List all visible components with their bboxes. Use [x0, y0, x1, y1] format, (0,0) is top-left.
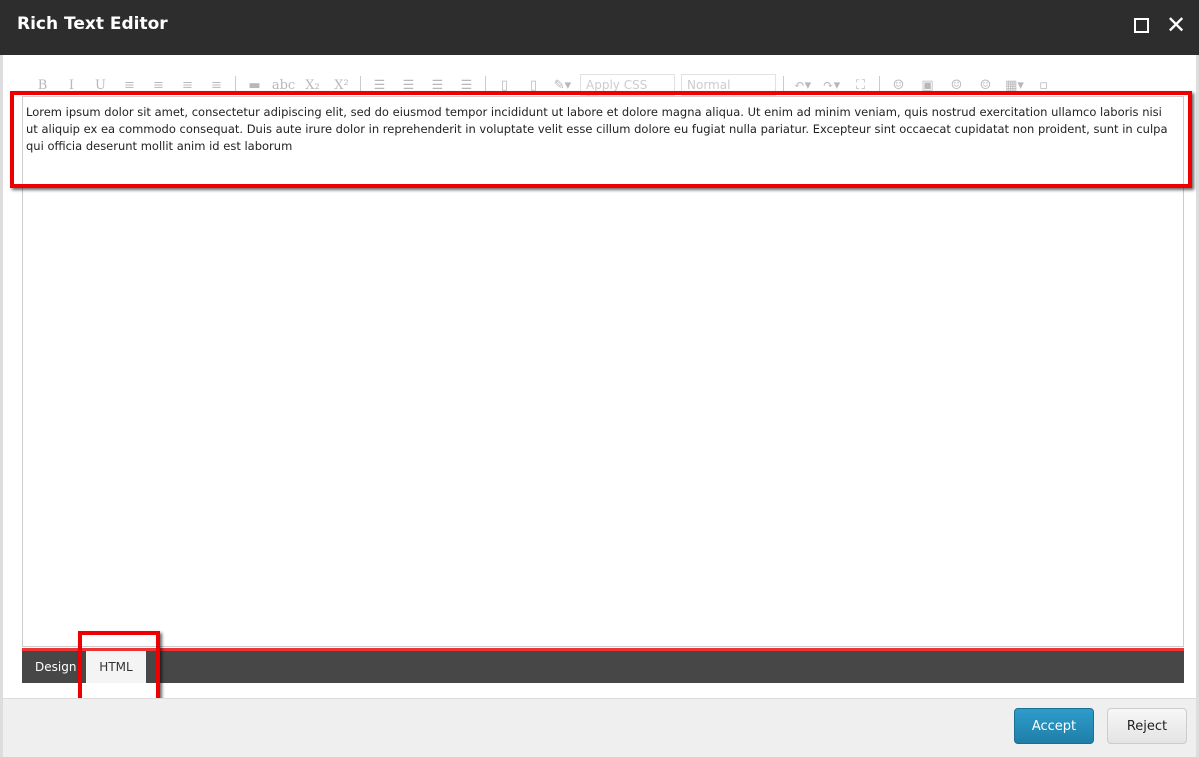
- title-bar: Rich Text Editor ✕: [0, 0, 1199, 55]
- align-left-icon[interactable]: ≡: [115, 78, 144, 93]
- table-icon[interactable]: ▦▾: [1000, 78, 1029, 93]
- justify-icon[interactable]: ≡: [202, 78, 231, 93]
- toolbar-separator: [235, 76, 236, 94]
- mode-tabs: Design HTML: [22, 651, 1184, 683]
- bold-icon[interactable]: B: [28, 78, 57, 93]
- maximize-icon: [1133, 18, 1149, 33]
- maximize-button[interactable]: [1130, 14, 1152, 36]
- spellcheck-icon[interactable]: abc: [269, 78, 298, 93]
- reject-button[interactable]: Reject: [1107, 708, 1187, 744]
- bullet-list-icon[interactable]: ☰: [394, 78, 423, 93]
- user-remove-icon[interactable]: ☺: [971, 78, 1000, 93]
- tab-html[interactable]: HTML: [86, 651, 146, 683]
- insert-image-icon[interactable]: ▣: [913, 78, 942, 93]
- format-dropdown[interactable]: Normal: [681, 74, 776, 96]
- format-painter-icon[interactable]: ✎▾: [548, 78, 577, 93]
- toolbar-separator: [783, 76, 784, 94]
- insert-user-icon[interactable]: ☺: [884, 78, 913, 93]
- subscript-icon[interactable]: X₂: [298, 78, 327, 93]
- module-icon[interactable]: ▫: [1029, 78, 1058, 93]
- indent-icon[interactable]: ☰: [423, 78, 452, 93]
- horizontal-rule-icon[interactable]: ▬: [240, 78, 269, 93]
- toolbar-separator: [879, 76, 880, 94]
- css-class-dropdown[interactable]: Apply CSS Cl...: [580, 74, 675, 106]
- toolbar-separator: [360, 76, 361, 94]
- outdent-icon[interactable]: ☰: [452, 78, 481, 93]
- window-title: Rich Text Editor: [17, 14, 168, 34]
- tab-design[interactable]: Design: [22, 651, 89, 683]
- find-icon[interactable]: ⛶: [846, 78, 875, 93]
- toolbar-separator: [485, 76, 486, 94]
- editor-toolbar: BIU≡≡≡≡▬abcX₂X²☰☰☰☰▯▯✎▾Apply CSS Cl...No…: [28, 72, 1058, 106]
- undo-icon[interactable]: ↶▾: [788, 78, 817, 93]
- superscript-icon[interactable]: X²: [327, 78, 356, 93]
- align-right-icon[interactable]: ≡: [173, 78, 202, 93]
- redo-icon[interactable]: ↷▾: [817, 78, 846, 93]
- underline-icon[interactable]: U: [86, 78, 115, 93]
- paste-word-icon[interactable]: ▯: [519, 78, 548, 93]
- accept-button[interactable]: Accept: [1014, 708, 1094, 744]
- paste-icon[interactable]: ▯: [490, 78, 519, 93]
- align-center-icon[interactable]: ≡: [144, 78, 173, 93]
- editor-content[interactable]: Lorem ipsum dolor sit amet, consectetur …: [26, 104, 1176, 155]
- user-icon[interactable]: ☺: [942, 78, 971, 93]
- editor-area[interactable]: [22, 96, 1184, 647]
- close-button[interactable]: ✕: [1165, 11, 1187, 39]
- close-icon: ✕: [1165, 11, 1187, 39]
- ordered-list-icon[interactable]: ☰: [365, 78, 394, 93]
- italic-icon[interactable]: I: [57, 78, 86, 93]
